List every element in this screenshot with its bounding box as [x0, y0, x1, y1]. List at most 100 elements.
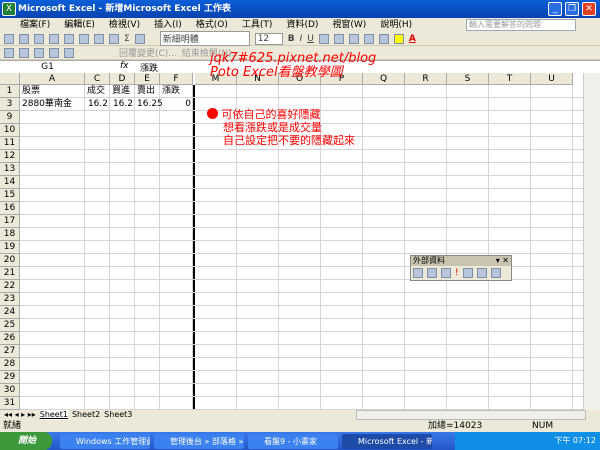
- external-data-toolbar[interactable]: 外部資料 ▾ ✕ !: [410, 255, 512, 281]
- sheet-nav[interactable]: ◂◂ ◂ ▸ ▸▸: [4, 410, 36, 420]
- close-button[interactable]: ✕: [582, 2, 596, 16]
- sheet-tab-3[interactable]: Sheet3: [104, 410, 132, 420]
- row-header[interactable]: 20: [0, 254, 20, 267]
- menu-item[interactable]: 說明(H): [380, 18, 412, 32]
- fx-icon[interactable]: fx: [120, 61, 129, 71]
- underline-button[interactable]: U: [307, 34, 314, 44]
- minimize-button[interactable]: _: [548, 2, 562, 16]
- pivot-icon[interactable]: [19, 47, 29, 58]
- undo-icon[interactable]: [109, 33, 119, 44]
- autosum-button[interactable]: Σ: [124, 34, 130, 44]
- menu-item[interactable]: 檔案(F): [20, 18, 50, 32]
- row-header[interactable]: 30: [0, 384, 20, 397]
- cell[interactable]: 2880華南金: [22, 98, 83, 111]
- menu-item[interactable]: 視窗(W): [332, 18, 366, 32]
- column-header[interactable]: E: [135, 73, 160, 85]
- refresh-icon[interactable]: [64, 47, 74, 58]
- save-icon[interactable]: [34, 33, 44, 44]
- row-header[interactable]: 27: [0, 345, 20, 358]
- column-header[interactable]: U: [531, 73, 573, 85]
- row-header[interactable]: 17: [0, 215, 20, 228]
- column-header[interactable]: S: [447, 73, 489, 85]
- align-left-icon[interactable]: [318, 33, 329, 44]
- row-header[interactable]: 25: [0, 319, 20, 332]
- reply-changes-button[interactable]: 回覆變更(C)...: [119, 46, 177, 59]
- column-header[interactable]: D: [110, 73, 135, 85]
- chart-wizard-icon[interactable]: [49, 47, 59, 58]
- vertical-scrollbar[interactable]: [583, 73, 600, 410]
- sheet-tab-2[interactable]: Sheet2: [72, 410, 100, 420]
- print-icon[interactable]: [49, 33, 59, 44]
- refresh-data-icon[interactable]: !: [455, 268, 459, 278]
- params-icon[interactable]: [441, 268, 451, 278]
- menu-item[interactable]: 格式(O): [196, 18, 228, 32]
- column-header[interactable]: T: [489, 73, 531, 85]
- row-header[interactable]: 13: [0, 163, 20, 176]
- cell[interactable]: 16.25: [137, 98, 163, 111]
- cell[interactable]: 漲跌: [162, 85, 191, 98]
- row-header[interactable]: 31: [0, 397, 20, 410]
- pivot2-icon[interactable]: [34, 47, 44, 58]
- maximize-button[interactable]: ❐: [565, 2, 579, 16]
- row-header[interactable]: 1: [0, 85, 20, 98]
- menu-item[interactable]: 工具(T): [242, 18, 273, 32]
- font-size-select[interactable]: 12: [254, 32, 283, 45]
- row-header[interactable]: 14: [0, 176, 20, 189]
- menu-item[interactable]: 檢視(V): [109, 18, 140, 32]
- row-header[interactable]: 3: [0, 98, 20, 111]
- menu-item[interactable]: 資料(D): [286, 18, 318, 32]
- task-item-3[interactable]: 看盤9 - 小畫家: [248, 434, 338, 449]
- cancel-refresh-icon[interactable]: [462, 268, 473, 278]
- column-header[interactable]: R: [405, 73, 447, 85]
- font-color-icon[interactable]: A: [409, 34, 416, 44]
- menu-item[interactable]: 編輯(E): [64, 18, 95, 32]
- new-icon[interactable]: [4, 33, 14, 44]
- cell[interactable]: 股票: [22, 85, 83, 98]
- row-header[interactable]: 24: [0, 306, 20, 319]
- italic-button[interactable]: I: [300, 34, 303, 44]
- align-right-icon[interactable]: [348, 33, 359, 44]
- row-header[interactable]: 16: [0, 202, 20, 215]
- edit-query-icon[interactable]: [413, 268, 423, 278]
- align-center-icon[interactable]: [333, 33, 344, 44]
- corner-select[interactable]: [0, 73, 20, 85]
- task-item-4[interactable]: Microsoft Excel - 新...: [342, 434, 432, 449]
- row-header[interactable]: 26: [0, 332, 20, 345]
- menu-item[interactable]: 插入(I): [154, 18, 182, 32]
- status-icon[interactable]: [490, 268, 501, 278]
- sheet-tab-1[interactable]: Sheet1: [39, 410, 68, 420]
- task-item-1[interactable]: Windows 工作管理員: [60, 434, 150, 449]
- font-select[interactable]: 新細明體: [159, 31, 250, 46]
- cut-icon[interactable]: [79, 33, 89, 44]
- row-header[interactable]: 28: [0, 358, 20, 371]
- row-header[interactable]: 18: [0, 228, 20, 241]
- row-header[interactable]: 11: [0, 137, 20, 150]
- row-header[interactable]: 15: [0, 189, 20, 202]
- close-icon[interactable]: ▾ ✕: [496, 256, 511, 266]
- bold-button[interactable]: B: [288, 34, 295, 44]
- row-header[interactable]: 10: [0, 124, 20, 137]
- row-header[interactable]: 23: [0, 293, 20, 306]
- row-header[interactable]: 29: [0, 371, 20, 384]
- cell[interactable]: 成交: [87, 85, 108, 98]
- borders-icon[interactable]: [378, 33, 389, 44]
- cell[interactable]: 16.2: [112, 98, 133, 111]
- chart-icon[interactable]: [134, 33, 145, 44]
- column-header[interactable]: A: [20, 73, 85, 85]
- open-icon[interactable]: [19, 33, 29, 44]
- merge-icon[interactable]: [363, 33, 374, 44]
- folder-icon[interactable]: [4, 47, 14, 58]
- fill-color-icon[interactable]: [393, 33, 404, 44]
- cell[interactable]: 16.2: [87, 98, 108, 111]
- cell[interactable]: 賣出: [137, 85, 158, 98]
- row-header[interactable]: 19: [0, 241, 20, 254]
- range-props-icon[interactable]: [427, 268, 437, 278]
- copy-icon[interactable]: [94, 33, 104, 44]
- name-box[interactable]: G1: [0, 61, 95, 73]
- task-item-2[interactable]: 管理後台 » 部落格 »...: [154, 434, 244, 449]
- preview-icon[interactable]: [64, 33, 74, 44]
- cell[interactable]: 0: [162, 98, 191, 111]
- column-header[interactable]: F: [160, 73, 193, 85]
- horizontal-scrollbar[interactable]: [356, 410, 587, 420]
- column-header[interactable]: C: [85, 73, 110, 85]
